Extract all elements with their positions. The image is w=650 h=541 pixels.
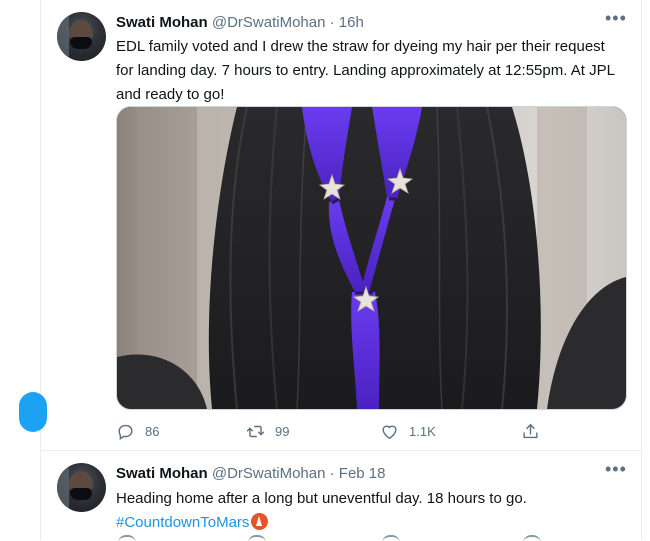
tweet-photo[interactable] [116,106,627,410]
retweet-icon [246,425,265,437]
tweet-time[interactable]: 16h [339,14,364,31]
retweet-button[interactable]: 99 [246,419,289,443]
timeline-feed: Swati Mohan @DrSwatiMohan · 16h ••• EDL … [19,0,642,540]
reply-count: 86 [145,423,160,439]
separator: · [329,14,335,31]
author-name[interactable]: Swati Mohan [116,14,208,31]
like-button[interactable]: 1.1K [380,419,436,443]
more-icon[interactable]: ••• [605,460,626,482]
retweet-count: 99 [275,423,290,439]
share-icon[interactable] [523,535,541,541]
avatar[interactable] [57,12,106,61]
retweet-icon[interactable] [248,535,266,541]
author-name[interactable]: Swati Mohan [116,465,208,482]
tweet-text: Heading home after a long but uneventful… [116,487,616,535]
reply-icon[interactable] [118,535,136,541]
tweet-actions-partial [116,535,556,541]
avatar[interactable] [57,463,106,512]
reply-icon [118,424,133,440]
rocket-badge-icon [251,513,269,530]
like-icon[interactable] [382,535,400,541]
share-icon [523,423,538,438]
reply-button[interactable]: 86 [116,419,159,443]
tweet-header: Swati Mohan @DrSwatiMohan · Feb 18 [116,464,596,484]
tweet-time[interactable]: Feb 18 [339,465,386,482]
author-handle[interactable]: @DrSwatiMohan [212,465,326,482]
more-icon[interactable]: ••• [605,9,626,31]
tweet[interactable]: Swati Mohan @DrSwatiMohan · 16h ••• EDL … [41,0,641,451]
tweet-header: Swati Mohan @DrSwatiMohan · 16h [116,13,596,33]
like-icon [382,425,397,439]
share-button[interactable] [521,419,540,443]
tweet-text-body: Heading home after a long but uneventful… [116,490,527,507]
author-handle[interactable]: @DrSwatiMohan [212,14,326,31]
tweet-actions: 86 99 1.1K [116,419,556,443]
tweet-text: EDL family voted and I drew the straw fo… [116,38,615,103]
tweet[interactable]: Swati Mohan @DrSwatiMohan · Feb 18 ••• H… [41,451,641,540]
like-count: 1.1K [409,423,436,439]
separator: · [329,465,335,482]
hashtag-link[interactable]: #CountdownToMars [116,514,249,531]
